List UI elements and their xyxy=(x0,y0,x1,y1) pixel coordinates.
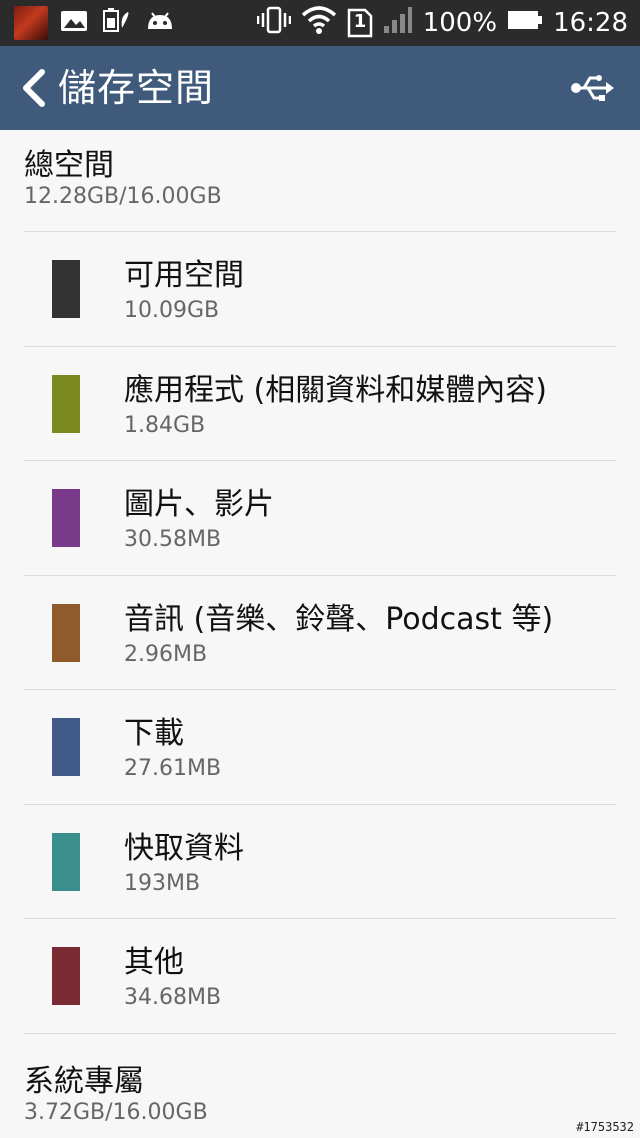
storage-item-size: 27.61MB xyxy=(124,756,222,781)
color-swatch xyxy=(52,947,80,1005)
game-avatar-icon xyxy=(14,6,48,40)
color-swatch xyxy=(52,604,80,662)
watermark: #1753532 xyxy=(576,1120,634,1134)
storage-item-cache[interactable]: 快取資料 193MB xyxy=(0,805,640,919)
color-swatch xyxy=(52,260,80,318)
color-swatch xyxy=(52,375,80,433)
status-bar-right: 1 100% 16:28 xyxy=(247,0,628,46)
storage-item-label: 可用空間 xyxy=(124,258,244,293)
storage-item-size: 1.84GB xyxy=(124,413,206,438)
storage-item-size: 193MB xyxy=(124,871,201,896)
wifi-icon xyxy=(301,5,337,42)
clock: 16:28 xyxy=(553,8,628,38)
divider xyxy=(24,1033,616,1034)
storage-item-label: 音訊 (音樂、鈴聲、Podcast 等) xyxy=(124,602,554,637)
storage-item-size: 34.68MB xyxy=(124,985,222,1010)
battery-icon xyxy=(507,8,543,38)
usb-icon[interactable] xyxy=(570,70,614,106)
storage-item-pictures-videos[interactable]: 圖片、影片 30.58MB xyxy=(0,461,640,575)
storage-item-label: 其他 xyxy=(124,945,184,980)
status-bar: 1 100% 16:28 xyxy=(0,0,640,46)
battery-saver-icon xyxy=(102,8,130,38)
storage-item-size: 10.09GB xyxy=(124,298,220,323)
total-storage-value: 12.28GB/16.00GB xyxy=(24,184,222,209)
storage-item-label: 應用程式 (相關資料和媒體內容) xyxy=(124,373,547,408)
storage-item-label: 快取資料 xyxy=(124,831,244,866)
storage-item-audio[interactable]: 音訊 (音樂、鈴聲、Podcast 等) 2.96MB xyxy=(0,576,640,690)
sim-number: 1 xyxy=(353,11,367,32)
storage-item-size: 2.96MB xyxy=(124,642,208,667)
storage-item-apps[interactable]: 應用程式 (相關資料和媒體內容) 1.84GB xyxy=(0,347,640,461)
battery-percent: 100% xyxy=(422,8,498,38)
status-bar-left xyxy=(14,6,190,40)
storage-item-label: 下載 xyxy=(124,716,184,751)
image-icon xyxy=(60,9,88,37)
storage-item-available[interactable]: 可用空間 10.09GB xyxy=(0,232,640,346)
vibrate-icon xyxy=(256,5,291,42)
storage-item-size: 30.58MB xyxy=(124,527,222,552)
storage-item-downloads[interactable]: 下載 27.61MB xyxy=(0,690,640,804)
back-arrow-icon[interactable] xyxy=(18,66,52,110)
app-bar: 儲存空間 xyxy=(0,46,640,130)
sim-icon: 1 xyxy=(347,8,373,38)
total-storage-title: 總空間 xyxy=(24,148,114,183)
storage-content: 總空間 12.28GB/16.00GB 可用空間 10.09GB 應用程式 (相… xyxy=(0,130,640,1138)
system-storage-value: 3.72GB/16.00GB xyxy=(24,1100,208,1125)
color-swatch xyxy=(52,489,80,547)
page-title: 儲存空間 xyxy=(58,66,215,110)
color-swatch xyxy=(52,718,80,776)
color-swatch xyxy=(52,833,80,891)
storage-item-other[interactable]: 其他 34.68MB xyxy=(0,919,640,1033)
signal-icon xyxy=(383,6,413,41)
android-icon xyxy=(144,9,176,37)
system-storage-title: 系統專屬 xyxy=(24,1064,144,1099)
storage-item-label: 圖片、影片 xyxy=(124,487,274,522)
